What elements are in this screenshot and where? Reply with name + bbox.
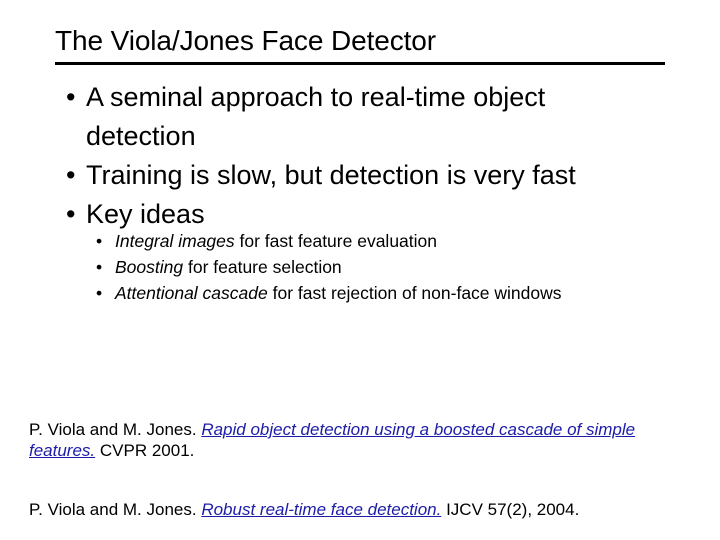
sub-bullet-text: for fast rejection of non-face windows <box>267 283 562 303</box>
bullet-text: A seminal approach to real-time object d… <box>86 82 546 151</box>
bullet-item: • A seminal approach to real-time object… <box>60 78 660 156</box>
sub-bullet-emphasis: Integral images <box>115 231 235 251</box>
sub-bullet-text: for fast feature evaluation <box>234 231 437 251</box>
sub-bullet-item: • Attentional cascade for fast rejection … <box>92 280 652 306</box>
bullet-dot-icon: • <box>66 160 76 190</box>
bullet-dot-icon: • <box>66 82 76 112</box>
bullet-dot-icon: • <box>96 257 103 277</box>
reference-list: P. Viola and M. Jones. Rapid object dete… <box>29 419 699 520</box>
bullet-list-level2: • Integral images for fast feature evalua… <box>92 228 652 306</box>
reference-entry: P. Viola and M. Jones. Rapid object dete… <box>29 419 699 461</box>
bullet-list-level1: • A seminal approach to real-time object… <box>60 78 660 234</box>
bullet-dot-icon: • <box>96 283 103 303</box>
slide-canvas: The Viola/Jones Face Detector • A semina… <box>0 0 720 540</box>
sub-bullet-text: for feature selection <box>183 257 342 277</box>
sub-bullet-emphasis: Attentional cascade <box>115 283 268 303</box>
bullet-item: • Training is slow, but detection is ver… <box>60 156 660 195</box>
bullet-dot-icon: • <box>96 231 103 251</box>
bullet-text: Training is slow, but detection is very … <box>86 160 576 190</box>
page-title: The Viola/Jones Face Detector <box>55 25 437 56</box>
main-bullet-list: • A seminal approach to real-time object… <box>60 78 660 234</box>
reference-venue: CVPR 2001. <box>95 441 195 460</box>
sub-bullet-item: • Integral images for fast feature evalua… <box>92 228 652 254</box>
title-divider <box>55 62 665 65</box>
reference-authors: P. Viola and M. Jones. <box>29 420 202 439</box>
title-block: The Viola/Jones Face Detector <box>55 24 667 65</box>
sub-bullet-list: • Integral images for fast feature evalua… <box>92 228 652 306</box>
reference-link[interactable]: Robust real-time face detection. <box>201 500 441 519</box>
reference-authors: P. Viola and M. Jones. <box>29 500 202 519</box>
sub-bullet-item: • Boosting for feature selection <box>92 254 652 280</box>
reference-venue: IJCV 57(2), 2004. <box>441 500 580 519</box>
sub-bullet-emphasis: Boosting <box>115 257 184 277</box>
reference-entry: P. Viola and M. Jones. Robust real-time … <box>29 499 699 520</box>
bullet-dot-icon: • <box>66 199 76 229</box>
